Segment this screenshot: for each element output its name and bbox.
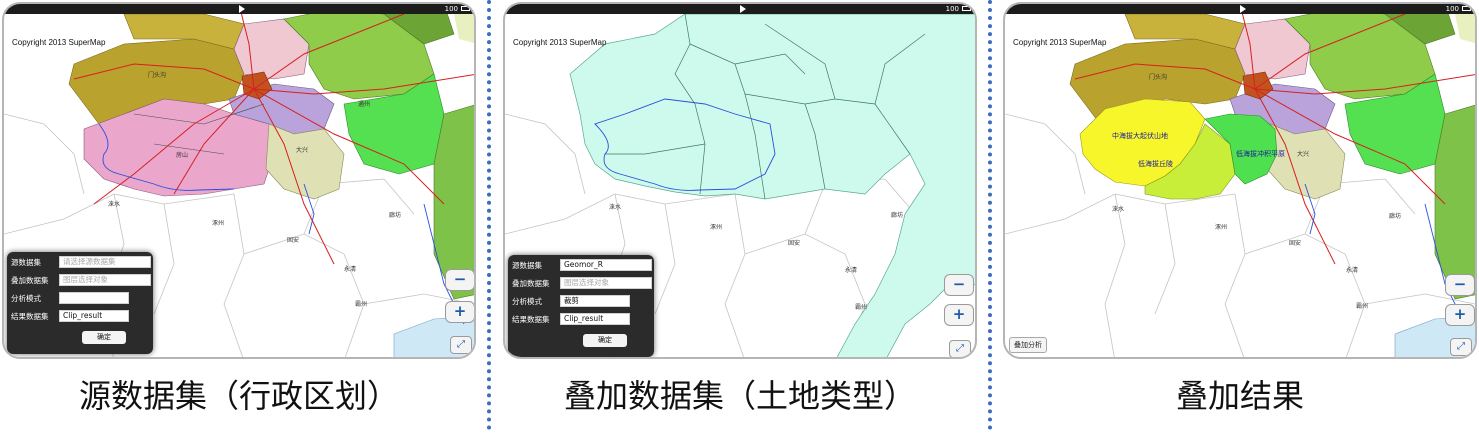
place-bazhou: 霸州	[1356, 303, 1369, 310]
place-gu-an: 固安	[287, 237, 300, 244]
status-bar: 100	[4, 4, 474, 14]
place-daxing: 大兴	[296, 147, 309, 154]
divider-left	[487, 0, 491, 430]
place-daxing: 大兴	[1297, 151, 1310, 158]
zoom-in-button[interactable]: +	[944, 304, 974, 326]
overlay-analysis-form: 源数据集 请选择源数据集 叠加数据集 图层选择对象 分析模式 结果数据集 Cli…	[7, 252, 153, 354]
source-caption: 源数据集（行政区划）	[78, 377, 399, 415]
region-label-mountain: 中海拔大起伏山地	[1112, 132, 1168, 140]
battery-icon	[1462, 6, 1471, 11]
place-fangshan: 房山	[176, 152, 189, 159]
map-copyright: Copyright 2013 SuperMap	[513, 38, 607, 47]
source-dataset-input[interactable]: Geomor_R	[560, 259, 652, 271]
source-map-panel: 100 Copyright 2013 SuperMap 涞水 涿州 固安 廊坊 …	[2, 2, 476, 359]
place-gu-an: 固安	[1289, 240, 1302, 247]
zoom-in-button[interactable]: +	[1445, 304, 1475, 326]
place-yongqing: 永清	[1346, 267, 1359, 274]
zoom-in-button[interactable]: +	[445, 301, 474, 323]
fullscreen-button[interactable]: ⤢	[1450, 338, 1472, 356]
place-langfang: 廊坊	[389, 212, 402, 219]
source-dataset-input[interactable]: 请选择源数据集	[59, 256, 151, 268]
place-laishui: 涞水	[108, 201, 121, 208]
place-tongzhou: 通州	[358, 101, 371, 108]
play-icon	[239, 5, 245, 13]
overlay-dataset-input[interactable]: 图层选择对象	[59, 274, 151, 286]
source-dataset-label: 源数据集	[512, 261, 542, 270]
place-gu-an: 固安	[788, 240, 801, 247]
battery-icon	[461, 6, 470, 11]
overlay-analysis-form: 源数据集 Geomor_R 叠加数据集 图层选择对象 分析模式 裁剪 结果数据集…	[508, 255, 654, 357]
confirm-button[interactable]: 确定	[583, 334, 627, 347]
result-dataset-input[interactable]: Clip_result	[560, 313, 630, 325]
place-bazhou: 霸州	[855, 304, 868, 311]
source-dataset-label: 源数据集	[11, 258, 41, 267]
place-bazhou: 霸州	[355, 301, 368, 308]
zoom-out-button[interactable]: −	[944, 274, 974, 296]
place-mentougou: 门头沟	[148, 72, 167, 79]
place-zhuozhou: 涿州	[1215, 224, 1228, 231]
divider-right	[988, 0, 992, 430]
overlay-map-panel: 100 Copyright 2013 SuperMap 涞水 涿州 固安 廊坊 …	[503, 2, 977, 359]
fullscreen-button[interactable]: ⤢	[949, 340, 971, 357]
confirm-button[interactable]: 确定	[82, 331, 126, 344]
fullscreen-button[interactable]: ⤢	[450, 336, 472, 354]
battery-level: 100	[444, 5, 458, 13]
place-zhuozhou: 涿州	[710, 224, 723, 231]
status-bar: 100	[1005, 4, 1475, 14]
region-label-plain: 低海拔冲积平原	[1236, 150, 1285, 158]
place-zhuozhou: 涿州	[212, 220, 225, 227]
analysis-mode-select[interactable]: 裁剪	[560, 295, 630, 307]
play-icon	[1240, 5, 1246, 13]
battery-level: 100	[945, 5, 959, 13]
place-yongqing: 永清	[845, 267, 858, 274]
place-laishui: 涞水	[1112, 206, 1125, 213]
overlay-dataset-label: 叠加数据集	[11, 276, 49, 285]
analysis-mode-label: 分析模式	[11, 294, 41, 303]
overlay-dataset-label: 叠加数据集	[512, 279, 550, 288]
map-copyright: Copyright 2013 SuperMap	[1013, 38, 1107, 47]
region-label-hills: 低海拔丘陵	[1138, 160, 1173, 168]
result-map-panel: 100 Copyright 2013 SuperMap 中海拔大起伏山地 低海拔…	[1003, 2, 1477, 359]
play-icon	[740, 5, 746, 13]
overlay-analysis-button[interactable]: 叠加分析	[1009, 337, 1047, 353]
result-dataset-label: 结果数据集	[512, 315, 550, 324]
battery-icon	[962, 6, 971, 11]
place-laishui: 涞水	[609, 204, 622, 211]
place-yongqing: 永清	[344, 266, 357, 273]
overlay-dataset-input[interactable]: 图层选择对象	[560, 277, 652, 289]
status-bar: 100	[505, 4, 975, 14]
analysis-mode-select[interactable]	[59, 292, 129, 304]
overlay-caption: 叠加数据集（土地类型）	[563, 377, 916, 415]
place-langfang: 廊坊	[1389, 213, 1402, 220]
zoom-out-button[interactable]: −	[445, 269, 474, 291]
zoom-out-button[interactable]: −	[1445, 274, 1475, 296]
result-map-canvas[interactable]	[1005, 4, 1477, 359]
result-caption: 叠加结果	[1175, 377, 1304, 415]
map-copyright: Copyright 2013 SuperMap	[12, 38, 106, 47]
place-mentougou: 门头沟	[1149, 74, 1168, 81]
analysis-mode-label: 分析模式	[512, 297, 542, 306]
result-dataset-input[interactable]: Clip_result	[59, 310, 129, 322]
battery-level: 100	[1445, 5, 1459, 13]
place-langfang: 廊坊	[891, 212, 904, 219]
result-dataset-label: 结果数据集	[11, 312, 49, 321]
